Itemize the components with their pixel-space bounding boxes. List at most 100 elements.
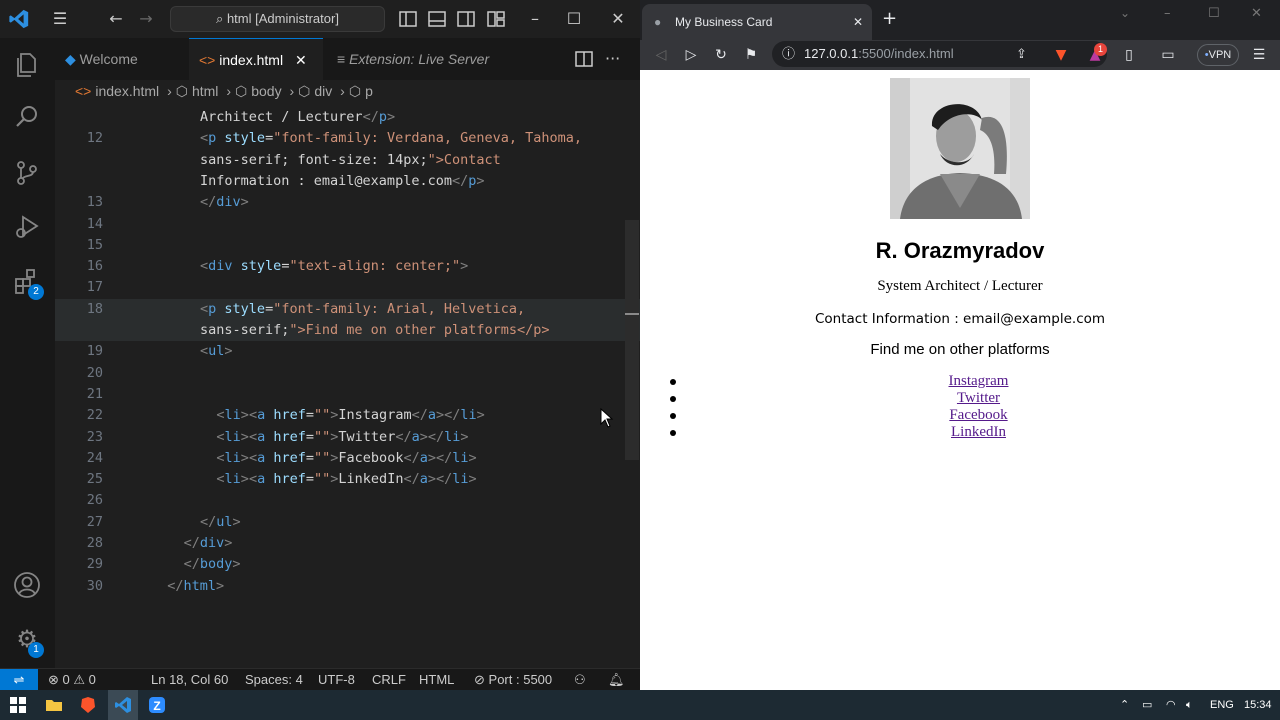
close-tab-icon[interactable]: ✕ — [295, 52, 307, 68]
code-text: </html> — [167, 577, 225, 594]
brave-shields-icon[interactable]: ▼ — [1052, 46, 1070, 64]
code-line[interactable]: 28 </div> — [55, 533, 640, 554]
code-line[interactable]: Architect / Lecturer</p> — [55, 107, 640, 128]
twitter-link[interactable]: Twitter — [957, 390, 1000, 406]
tab-extension-live-server[interactable]: ≡ Extension: Live Server — [327, 38, 517, 80]
code-line[interactable]: 30 </html> — [55, 576, 640, 597]
code-line[interactable]: sans-serif; font-size: 14px;">Contact — [55, 150, 640, 171]
language-mode[interactable]: HTML — [419, 669, 454, 691]
maximize-icon[interactable]: ☐ — [564, 9, 584, 29]
breadcrumb-item[interactable]: div — [314, 83, 332, 99]
menu-icon[interactable]: ☰ — [50, 9, 70, 29]
breadcrumb-item[interactable]: index.html — [95, 83, 159, 99]
site-info-icon[interactable]: ⓘ — [782, 41, 795, 67]
language-indicator[interactable]: ENG — [1210, 690, 1234, 720]
code-line[interactable]: sans-serif;">Find me on other platforms<… — [55, 320, 640, 341]
vscode-taskbar-icon[interactable] — [113, 695, 133, 715]
battery-icon[interactable]: ▭ — [1142, 690, 1152, 720]
code-line[interactable]: 17 — [55, 277, 640, 298]
wallet-icon[interactable]: ▭ — [1159, 46, 1177, 64]
back-icon[interactable]: ◁ — [652, 46, 670, 64]
zoom-icon[interactable]: Z — [147, 695, 167, 715]
line-number: 18 — [86, 300, 103, 317]
network-icon[interactable]: ◠ — [1166, 690, 1176, 720]
tray-chevron-icon[interactable]: ⌃ — [1120, 690, 1129, 720]
accounts-status-icon[interactable]: ⚇ — [574, 669, 586, 691]
tab-label: Extension: Live Server — [349, 51, 490, 67]
linkedin-link[interactable]: LinkedIn — [951, 424, 1006, 440]
code-line[interactable]: 22 <li><a href="">Instagram</a></li> — [55, 405, 640, 426]
code-line[interactable]: 27 </ul> — [55, 512, 640, 533]
accounts-icon[interactable] — [12, 570, 42, 600]
code-line[interactable]: 19 <ul> — [55, 341, 640, 362]
split-editor-icon[interactable] — [575, 50, 593, 68]
minimize-icon[interactable]: – — [1164, 6, 1171, 21]
live-server-port[interactable]: ⊘ Port : 5500 — [474, 669, 552, 691]
search-icon[interactable] — [12, 102, 42, 132]
breadcrumb-item[interactable]: p — [365, 83, 373, 99]
volume-icon[interactable]: 🔈︎ — [1186, 690, 1193, 720]
new-tab-icon[interactable]: + — [882, 8, 897, 29]
menu-icon[interactable]: ☰ — [1250, 46, 1268, 64]
toggle-sidebar-icon[interactable] — [398, 9, 418, 29]
run-debug-icon[interactable] — [12, 212, 42, 242]
code-line[interactable]: 18 <p style="font-family: Arial, Helvetic… — [55, 298, 640, 320]
windows-start-icon[interactable] — [8, 695, 28, 715]
notifications-bell-icon[interactable]: 🔔︎ — [608, 669, 625, 691]
forward-icon[interactable]: ▷ — [682, 46, 700, 64]
code-editor[interactable]: Architect / Lecturer</p> 12 <p style="font… — [55, 104, 640, 668]
indentation[interactable]: Spaces: 4 — [245, 669, 303, 691]
explorer-icon[interactable] — [12, 50, 42, 80]
vpn-button[interactable]: •VPN — [1197, 44, 1239, 66]
code-line[interactable]: 23 <li><a href="">Twitter</a></li> — [55, 427, 640, 448]
reload-icon[interactable]: ↻ — [712, 46, 730, 64]
toggle-panel-icon[interactable] — [427, 9, 447, 29]
command-center[interactable]: ⌕ html [Administrator] — [170, 6, 385, 32]
file-explorer-icon[interactable] — [44, 695, 64, 715]
close-icon[interactable]: ✕ — [608, 9, 628, 29]
problems-indicator[interactable]: ⊗ 0 ⚠ 0 — [48, 669, 96, 691]
code-line[interactable]: 25 <li><a href="">LinkedIn</a></li> — [55, 469, 640, 490]
code-line[interactable]: 24 <li><a href="">Facebook</a></li> — [55, 448, 640, 469]
chevron-right-icon: › — [289, 83, 295, 99]
code-line[interactable]: Information : email@example.com</p> — [55, 171, 640, 192]
encoding[interactable]: UTF-8 — [318, 669, 355, 691]
close-window-icon[interactable]: ✕ — [1251, 6, 1262, 21]
customize-layout-icon[interactable] — [486, 9, 506, 29]
toggle-secondary-sidebar-icon[interactable] — [456, 9, 476, 29]
clock[interactable]: 15:34 — [1244, 690, 1272, 720]
code-line[interactable]: 26 — [55, 490, 640, 511]
code-line[interactable]: 20 — [55, 363, 640, 384]
code-line[interactable]: 15 — [55, 235, 640, 256]
facebook-link[interactable]: Facebook — [949, 407, 1007, 423]
back-icon[interactable]: ← — [106, 9, 126, 29]
code-line[interactable]: 12 <p style="font-family: Verdana, Geneva… — [55, 128, 640, 149]
minimize-icon[interactable]: – — [525, 9, 545, 29]
tab-welcome[interactable]: ◆ Welcome — [55, 38, 187, 80]
cursor-position[interactable]: Ln 18, Col 60 — [151, 669, 228, 691]
editor-scrollbar[interactable] — [625, 220, 639, 460]
sidebar-icon[interactable]: ▯ — [1120, 46, 1138, 64]
line-number: 24 — [86, 449, 103, 466]
code-line[interactable]: 29 </body> — [55, 554, 640, 575]
brave-browser-icon[interactable] — [78, 695, 98, 715]
breadcrumb-item[interactable]: html — [192, 83, 218, 99]
close-tab-icon[interactable]: ✕ — [853, 4, 863, 40]
code-line[interactable]: 13 </div> — [55, 192, 640, 213]
end-of-line[interactable]: CRLF — [372, 669, 406, 691]
bookmark-icon[interactable]: ⚑ — [742, 46, 760, 64]
code-line[interactable]: 21 — [55, 384, 640, 405]
maximize-icon[interactable]: ☐ — [1208, 6, 1220, 21]
breadcrumb-item[interactable]: body — [251, 83, 281, 99]
code-line[interactable]: 16 <div style="text-align: center;"> — [55, 256, 640, 277]
browser-tab[interactable]: ● My Business Card ✕ — [642, 4, 872, 40]
more-actions-icon[interactable]: ··· — [605, 38, 625, 80]
code-line[interactable]: 14 — [55, 214, 640, 235]
instagram-link[interactable]: Instagram — [949, 373, 1009, 389]
share-icon[interactable]: ⇪ — [1016, 41, 1027, 67]
tab-search-chevron-icon[interactable]: ⌄ — [1120, 6, 1130, 20]
remote-indicator-icon[interactable]: ⇌ — [0, 669, 38, 691]
tab-index-html[interactable]: <> index.html ✕ — [189, 38, 323, 80]
source-control-icon[interactable] — [12, 158, 42, 188]
forward-icon[interactable]: → — [136, 9, 156, 29]
